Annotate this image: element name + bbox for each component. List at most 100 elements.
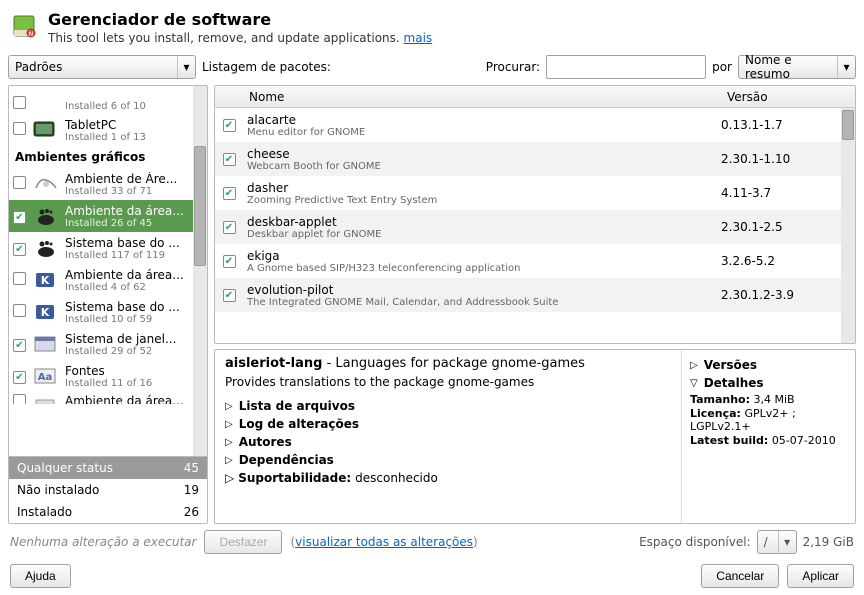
package-row[interactable]: ekigaA Gnome based SIP/H323 teleconferen… xyxy=(215,244,855,278)
category-subtitle: Installed 4 of 62 xyxy=(65,282,203,293)
category-title: TabletPC xyxy=(65,118,203,132)
sidebar-item[interactable]: TabletPCInstalled 1 of 13 xyxy=(9,114,207,146)
column-name[interactable]: Nome xyxy=(243,90,721,104)
sidebar-scrollbar[interactable] xyxy=(193,86,207,456)
category-title: Ambiente da área... xyxy=(65,204,203,218)
versions-expander[interactable]: ▷ Versões xyxy=(690,356,847,374)
checkbox[interactable] xyxy=(13,243,26,256)
size-row: Tamanho: 3,4 MiB xyxy=(690,393,847,406)
package-name: ekiga xyxy=(247,249,721,263)
package-version: 4.11-3.7 xyxy=(721,186,841,200)
detail-expander[interactable]: ▷ Log de alterações xyxy=(225,415,671,433)
search-label: Procurar: xyxy=(486,60,540,74)
sidebar-item[interactable]: Ambiente da área... xyxy=(9,392,207,404)
help-button[interactable]: Ajuda xyxy=(10,564,71,588)
detail-expander[interactable]: ▷ Dependências xyxy=(225,451,671,469)
sidebar-item[interactable]: Ambiente da área...Installed 26 of 45 xyxy=(9,200,207,232)
checkbox[interactable] xyxy=(13,272,26,285)
view-all-changes-link[interactable]: visualizar todas as alterações xyxy=(295,535,473,549)
sidebar-item[interactable]: AaFontesInstalled 11 of 16 xyxy=(9,360,207,392)
checkbox[interactable] xyxy=(223,187,236,200)
supportability-row[interactable]: ▷ Suportabilidade: desconhecido xyxy=(225,469,671,487)
detail-expander[interactable]: ▷ Autores xyxy=(225,433,671,451)
package-scrollbar[interactable] xyxy=(841,108,855,343)
package-description: A Gnome based SIP/H323 teleconferencing … xyxy=(247,263,721,274)
cancel-button[interactable]: Cancelar xyxy=(701,564,779,588)
sidebar-item[interactable]: Sistema de janel...Installed 29 of 52 xyxy=(9,328,207,360)
svg-text:N: N xyxy=(29,31,34,38)
toolbar: Padrões ▾ Listagem de pacotes: Procurar:… xyxy=(8,53,856,85)
checkbox[interactable] xyxy=(13,211,26,224)
sidebar-item[interactable]: Installed 6 of 10 xyxy=(9,86,207,114)
build-row: Latest build: 05-07-2010 xyxy=(690,434,847,447)
category-subtitle: Installed 1 of 13 xyxy=(65,132,203,143)
checkbox[interactable] xyxy=(13,96,26,109)
detail-panel: aisleriot-lang - Languages for package g… xyxy=(214,349,856,524)
package-description: Menu editor for GNOME xyxy=(247,127,721,138)
checkbox[interactable] xyxy=(223,255,236,268)
undo-button: Desfazer xyxy=(204,530,282,554)
sidebar-item[interactable]: KSistema base do ...Installed 10 of 59 xyxy=(9,296,207,328)
column-version[interactable]: Versão xyxy=(721,90,841,104)
category-icon xyxy=(32,236,60,260)
detail-description: Provides translations to the package gno… xyxy=(225,375,671,389)
search-input[interactable] xyxy=(546,55,706,79)
status-filter-row[interactable]: Não instalado19 xyxy=(9,479,207,501)
package-row[interactable]: evolution-pilotThe Integrated GNOME Mail… xyxy=(215,278,855,312)
checkbox[interactable] xyxy=(13,304,26,317)
checkbox[interactable] xyxy=(13,371,26,384)
details-expander[interactable]: ▽ Detalhes xyxy=(690,374,847,392)
sidebar-item[interactable]: Ambiente de Áre...Installed 33 of 71 xyxy=(9,168,207,200)
checkbox[interactable] xyxy=(223,221,236,234)
triangle-right-icon: ▷ xyxy=(225,437,233,448)
disk-combo[interactable]: /▾ xyxy=(757,530,797,554)
category-icon xyxy=(32,88,60,112)
page-title: Gerenciador de software xyxy=(48,10,432,29)
disk-space-value: 2,19 GiB xyxy=(803,535,854,549)
checkbox[interactable] xyxy=(13,176,26,189)
category-icon xyxy=(32,118,60,142)
checkbox[interactable] xyxy=(223,119,236,132)
checkbox[interactable] xyxy=(13,339,26,352)
button-bar: Ajuda Cancelar Aplicar xyxy=(8,560,856,590)
package-row[interactable]: cheeseWebcam Booth for GNOME2.30.1-1.10 xyxy=(215,142,855,176)
category-icon: K xyxy=(32,268,60,292)
package-row[interactable]: alacarteMenu editor for GNOME0.13.1-1.7 xyxy=(215,108,855,142)
chevron-down-icon: ▾ xyxy=(837,56,855,78)
status-filter-row[interactable]: Instalado26 xyxy=(9,501,207,523)
category-icon: K xyxy=(32,300,60,324)
detail-expander[interactable]: ▷ Lista de arquivos xyxy=(225,397,671,415)
package-description: Webcam Booth for GNOME xyxy=(247,161,721,172)
triangle-down-icon: ▽ xyxy=(690,378,698,389)
status-label: Qualquer status xyxy=(17,461,113,475)
svg-text:Aa: Aa xyxy=(38,372,53,383)
category-title: Sistema de janel... xyxy=(65,332,203,346)
category-subtitle: Installed 33 of 71 xyxy=(65,186,203,197)
category-icon xyxy=(32,204,60,228)
status-label: Não instalado xyxy=(17,483,99,497)
checkbox[interactable] xyxy=(13,394,26,404)
category-icon xyxy=(32,394,60,404)
sidebar-item[interactable]: Sistema base do ...Installed 117 of 119 xyxy=(9,232,207,264)
category-title: Ambiente da área... xyxy=(65,394,203,404)
category-title: Fontes xyxy=(65,364,203,378)
category-subtitle: Installed 26 of 45 xyxy=(65,218,203,229)
category-icon: Aa xyxy=(32,364,60,388)
checkbox[interactable] xyxy=(223,289,236,302)
package-row[interactable]: dasherZooming Predictive Text Entry Syst… xyxy=(215,176,855,210)
more-link[interactable]: mais xyxy=(404,31,433,45)
category-title: Sistema base do ... xyxy=(65,236,203,250)
license-row: Licença: GPLv2+ ; LGPLv2.1+ xyxy=(690,407,847,433)
checkbox[interactable] xyxy=(13,122,26,135)
package-version: 3.2.6-5.2 xyxy=(721,254,841,268)
checkbox[interactable] xyxy=(223,153,236,166)
package-list-panel: Nome Versão alacarteMenu editor for GNOM… xyxy=(214,85,856,344)
package-row[interactable]: deskbar-appletDeskbar applet for GNOME2.… xyxy=(215,210,855,244)
filter-combo[interactable]: Padrões ▾ xyxy=(8,55,196,79)
status-filter-row[interactable]: Qualquer status45 xyxy=(9,457,207,479)
app-icon: N xyxy=(8,10,40,42)
search-by-combo[interactable]: Nome e resumo ▾ xyxy=(738,55,856,79)
sidebar-item[interactable]: KAmbiente da área...Installed 4 of 62 xyxy=(9,264,207,296)
chevron-down-icon: ▾ xyxy=(177,56,195,78)
apply-button[interactable]: Aplicar xyxy=(787,564,854,588)
